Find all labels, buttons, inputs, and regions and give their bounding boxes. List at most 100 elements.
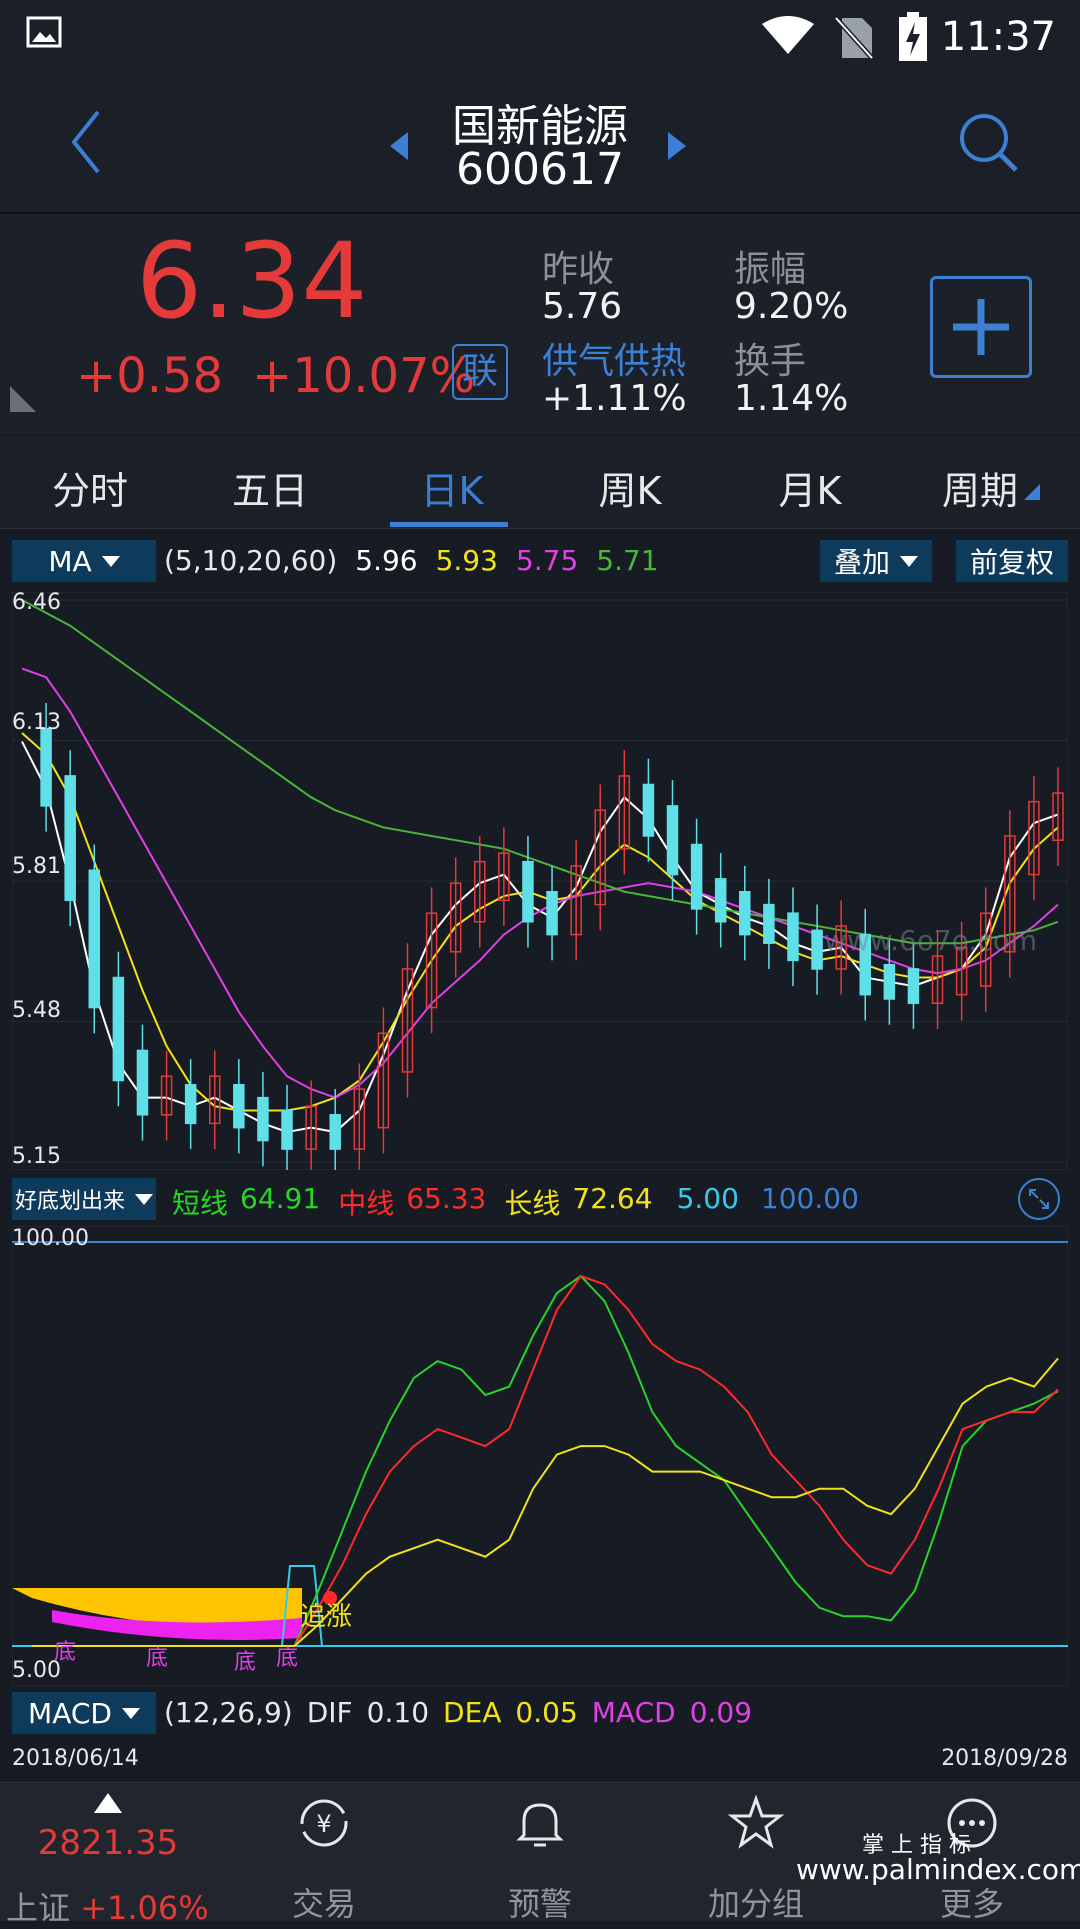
candle-body	[522, 860, 534, 923]
sector-pct: +1.11%	[542, 378, 687, 419]
macd-legend: (12,26,9) DIF 0.10 DEA 0.05 MACD 0.09	[164, 1696, 752, 1729]
candle-body	[329, 1114, 341, 1150]
dea-value: 0.05	[515, 1696, 578, 1729]
gallery-notification-icon	[26, 16, 62, 52]
amplitude-label: 振幅	[734, 249, 807, 290]
indicator-selector-label: 好底划出来	[14, 1189, 125, 1214]
adjust-button[interactable]: 前复权	[956, 540, 1068, 582]
ma-params: (5,10,20,60)	[164, 544, 338, 577]
turnover-value: 1.14%	[734, 378, 849, 419]
add-watchlist-button[interactable]	[930, 276, 1032, 378]
macd-selector[interactable]: MACD	[12, 1692, 156, 1734]
price-change: +0.58	[76, 348, 224, 404]
expand-icon	[1018, 1178, 1060, 1220]
bottom-nav: 2821.35 上证 +1.06% ¥ 交易 预警 加分组 更多 掌 上 指 标…	[0, 1782, 1080, 1927]
prev-close-label: 昨收	[542, 249, 615, 290]
candle-body	[233, 1084, 245, 1129]
expand-button[interactable]	[1016, 1176, 1062, 1226]
indicator-svg	[11, 1225, 1069, 1687]
tab-fenshi[interactable]: 分时	[10, 460, 170, 515]
marker-di-1: 底	[54, 1640, 77, 1665]
index-name: 上证	[6, 1889, 71, 1927]
macd-label: MACD	[591, 1696, 676, 1729]
ma10-value: 5.93	[435, 544, 498, 577]
dif-label: DIF	[306, 1696, 353, 1729]
quote-panel: 6.34 +0.58 +10.07% 联 昨收 5.76 供气供热 +1.11%…	[0, 214, 1080, 434]
ma20-line	[21, 667, 1059, 1099]
candle-body	[40, 727, 52, 807]
tab-yuek[interactable]: 月K	[730, 460, 890, 515]
ma20-value: 5.75	[515, 544, 579, 577]
marker-zhuizhang: 追涨	[300, 1602, 353, 1632]
period-tabs: 分时 五日 日K 周K 月K 周期	[0, 436, 1080, 529]
sector-label[interactable]: 供气供热	[542, 332, 686, 384]
amplitude-value: 9.20%	[734, 286, 849, 327]
nav-add-group[interactable]: 加分组	[648, 1783, 864, 1923]
ma-selector[interactable]: MA	[12, 540, 156, 582]
candle-body	[184, 1084, 197, 1125]
overlay-selector[interactable]: 叠加	[820, 540, 932, 582]
active-tab-indicator	[390, 522, 508, 527]
price-axis-0: 6.46	[12, 590, 61, 615]
date-end: 2018/09/28	[941, 1746, 1068, 1771]
prev-close-value: 5.76	[542, 286, 623, 327]
macd-selector-label: MACD	[28, 1696, 112, 1730]
triangle-right-icon	[668, 132, 686, 160]
search-icon	[960, 114, 1018, 172]
date-start: 2018/06/14	[12, 1746, 139, 1771]
short-label: 短线	[172, 1187, 229, 1220]
indicator-selector[interactable]: 好底划出来	[12, 1178, 156, 1220]
candle-body	[811, 929, 823, 970]
bell-icon	[516, 1803, 564, 1847]
candle-body	[787, 912, 799, 962]
svg-text:¥: ¥	[316, 1810, 331, 1838]
price-axis-2: 5.81	[12, 854, 61, 879]
nav-trade-label: 交易	[291, 1885, 356, 1923]
ma60-value: 5.71	[596, 544, 659, 577]
status-bar: 11:37	[0, 0, 1080, 80]
no-sim-icon	[834, 14, 874, 64]
nav-alert-label: 预警	[507, 1885, 572, 1923]
candle-body	[112, 976, 125, 1082]
nav-trade[interactable]: ¥ 交易	[216, 1783, 432, 1923]
index-value: 2821.35	[37, 1823, 179, 1863]
nav-index[interactable]: 2821.35 上证 +1.06%	[0, 1783, 216, 1927]
price-chart[interactable]: 6.46 6.13 5.81 5.48 5.15 www.6o7o.com	[11, 590, 1069, 1175]
candle-body	[883, 963, 896, 1000]
indicator-legend: 短线 64.91 中线 65.33 长线 72.64 5.00 100.00	[172, 1182, 859, 1222]
tab-rik[interactable]: 日K	[372, 460, 532, 515]
plus-icon	[953, 299, 1009, 355]
candle-body	[714, 878, 727, 923]
lian-badge[interactable]: 联	[452, 344, 508, 400]
candle-body	[690, 843, 703, 910]
price-axis-4: 5.15	[12, 1144, 61, 1169]
macd-params: (12,26,9)	[164, 1696, 293, 1729]
dropdown-arrow-icon	[135, 1193, 153, 1205]
adjust-label: 前复权	[969, 546, 1054, 579]
ma-selector-label: MA	[48, 544, 92, 578]
status-time: 11:37	[940, 14, 1056, 60]
indicator-chart[interactable]: 100.00 5.00 底 底 底 底 追涨	[11, 1225, 1069, 1687]
long-value: 72.64	[572, 1182, 653, 1215]
price-change-pct: +10.07%	[252, 348, 476, 404]
index-pct: +1.06%	[80, 1889, 209, 1927]
ma5-value: 5.96	[355, 544, 418, 577]
tab-wuri[interactable]: 五日	[190, 460, 350, 515]
footer-watermark-line2: www.palmindex.com	[796, 1853, 1080, 1886]
tab-zhouk[interactable]: 周K	[550, 460, 710, 515]
turnover-label: 换手	[734, 341, 807, 382]
wifi-icon	[760, 14, 816, 60]
level-high-value: 100.00	[760, 1182, 859, 1215]
indicator-axis-top: 100.00	[12, 1226, 89, 1251]
nav-alert[interactable]: 预警	[432, 1783, 648, 1923]
next-stock-button[interactable]	[664, 130, 688, 166]
price-axis-3: 5.48	[12, 998, 61, 1023]
dea-label: DEA	[443, 1696, 502, 1729]
watermark: www.6o7o.com	[824, 924, 1038, 957]
candle-body	[666, 805, 679, 876]
index-up-arrow-icon	[94, 1793, 122, 1813]
search-button[interactable]	[956, 110, 1020, 178]
dropdown-arrow-icon	[900, 555, 918, 567]
ma10-line	[21, 732, 1059, 1112]
long-label: 长线	[504, 1187, 561, 1220]
